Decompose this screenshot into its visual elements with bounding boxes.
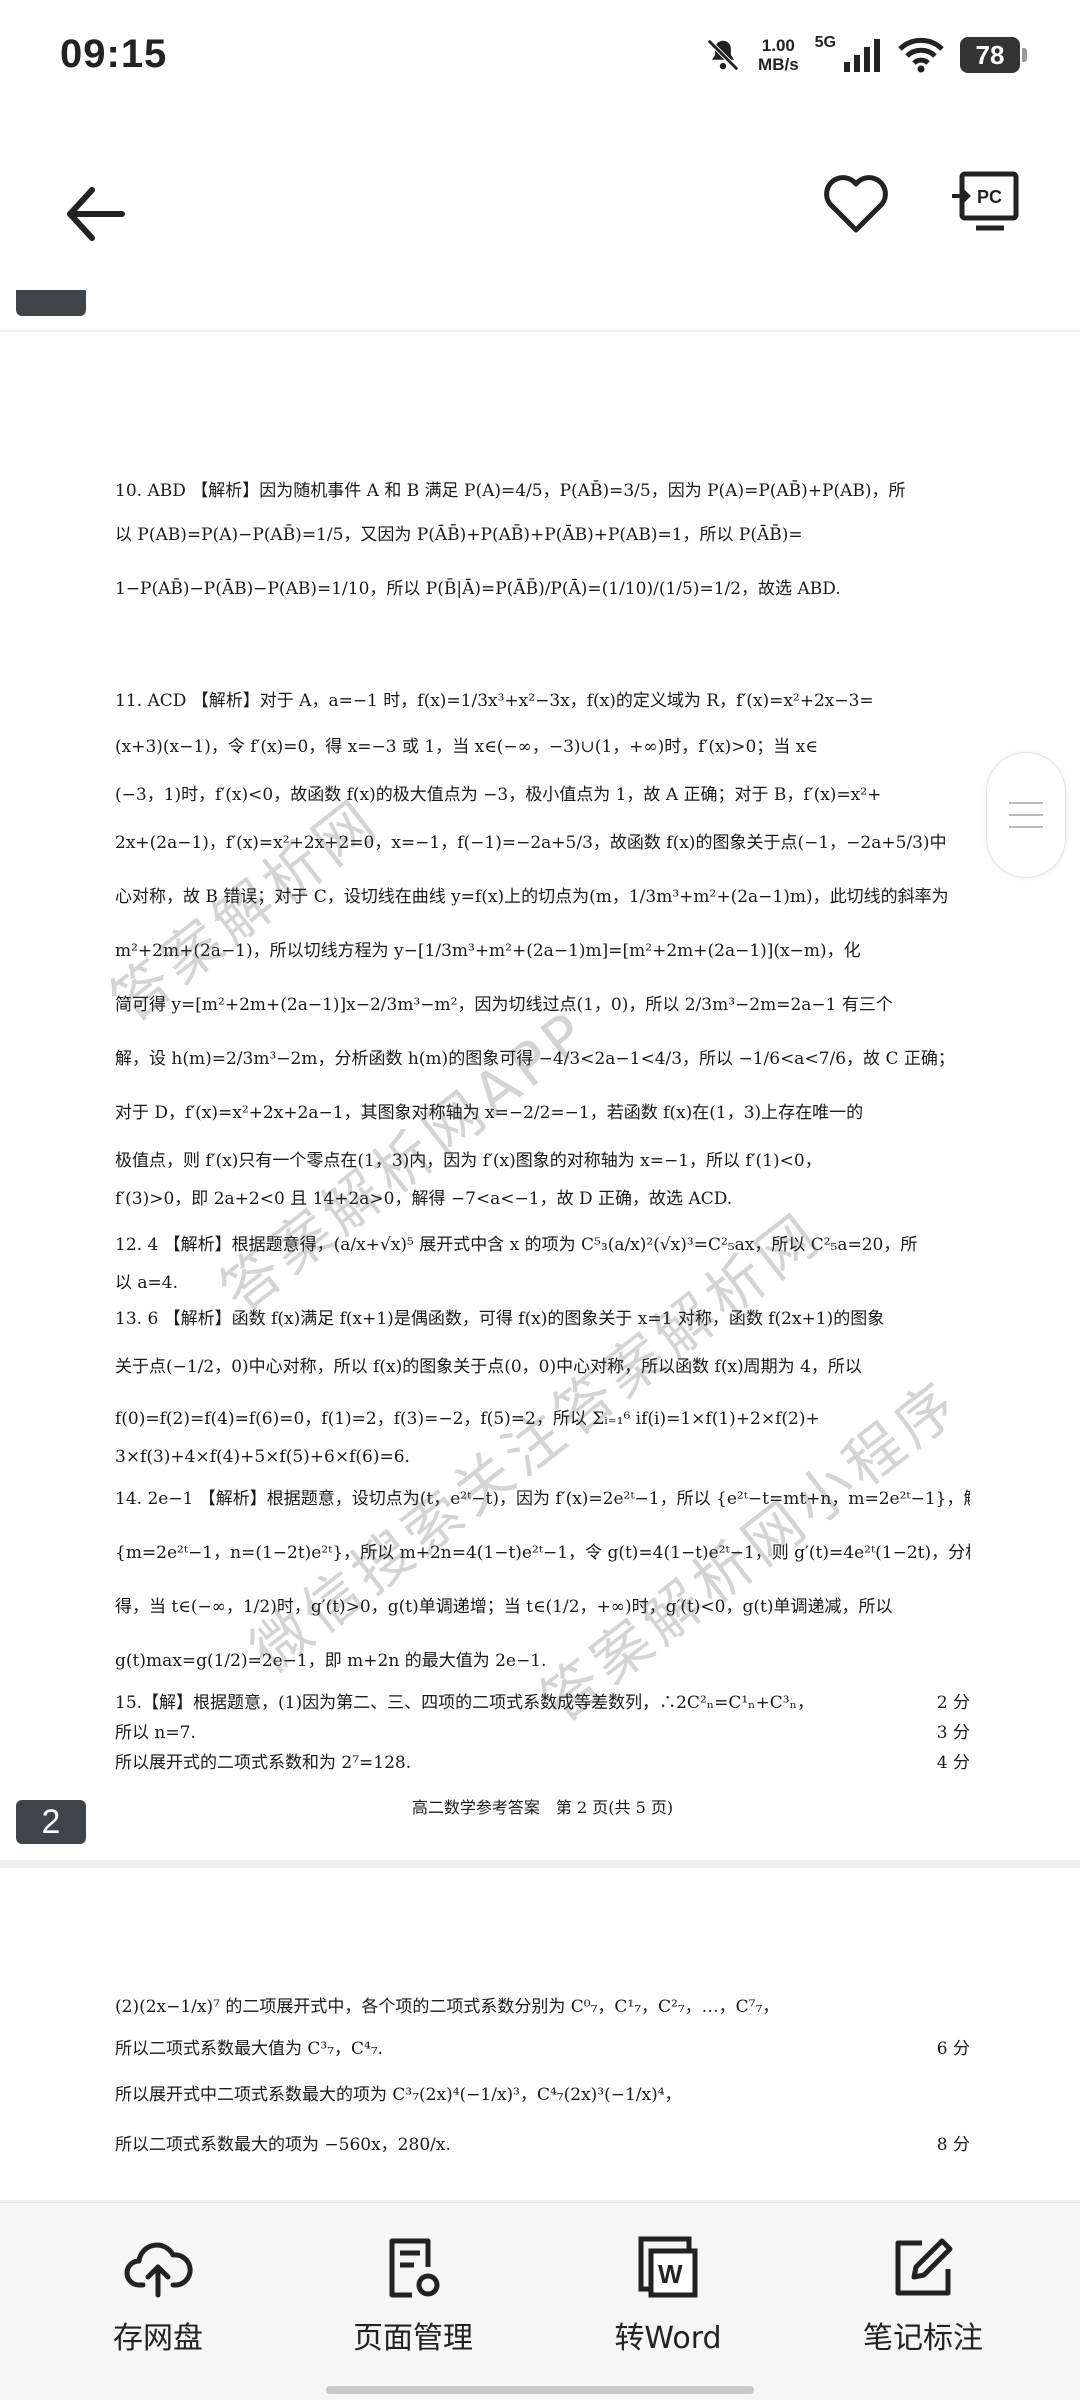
- handle-line: [1009, 826, 1043, 828]
- handle-line: [1009, 802, 1043, 804]
- page-footer-text: 高二数学参考答案 第 2 页(共 5 页): [411, 1798, 674, 1817]
- svg-text:W: W: [658, 2259, 683, 2289]
- score-label: 4 分: [936, 1753, 970, 1773]
- status-bar: 09:15 1.00 MB/s 5G 78: [0, 0, 1080, 110]
- tool-label: 转Word: [614, 2321, 722, 2356]
- text-line: (−3，1)时，f′(x)<0，故函数 f(x)的极大值点为 −3，极小值点为 …: [115, 785, 882, 805]
- text-line: 极值点，则 f′(x)只有一个零点在(1，3)内，因为 f′(x)图象的对称轴为…: [115, 1151, 822, 1171]
- text-line: 10. ABD 【解析】因为随机事件 A 和 B 满足 P(A)=4/5，P(A…: [115, 481, 906, 501]
- bottom-toolbar: 存网盘 页面管理 W 转Word 笔记标注: [0, 2202, 1080, 2400]
- text-line: 12. 4 【解析】根据题意得，(a/x+√x)⁵ 展开式中含 x 的项为 C⁵…: [115, 1235, 918, 1255]
- page-3-content: (2)(2x−1/x)⁷ 的二项展开式中，各个项的二项式系数分别为 C⁰₇，C¹…: [115, 1996, 970, 2196]
- text-line: g(t)max=g(1/2)=2e−1，即 m+2n 的最大值为 2e−1.: [115, 1651, 547, 1671]
- text-line: 以 P(AB)=P(A)−P(AB̄)=1/5，又因为 P(ĀB̄)+P(AB̄…: [115, 525, 803, 545]
- text-line: 3×f(3)+4×f(4)+5×f(5)+6×f(6)=6.: [115, 1447, 410, 1467]
- network-type-label: 5G: [814, 34, 836, 51]
- score-label: 8 分: [936, 2135, 970, 2155]
- network-speed: 1.00 MB/s: [758, 36, 799, 74]
- text-line: (2)(2x−1/x)⁷ 的二项展开式中，各个项的二项式系数分别为 C⁰₇，C¹…: [115, 1997, 780, 2017]
- page-manage-button[interactable]: 页面管理: [313, 2233, 513, 2357]
- cloud-upload-icon: [124, 2242, 193, 2298]
- text-line: (x+3)(x−1)，令 f′(x)=0，得 x=−3 或 1，当 x∈(−∞，…: [115, 737, 818, 757]
- text-line: 13. 6 【解析】函数 f(x)满足 f(x+1)是偶函数，可得 f(x)的图…: [115, 1309, 885, 1329]
- cast-to-pc-icon: PC: [952, 171, 1019, 231]
- document-page-2: 10. ABD 【解析】因为随机事件 A 和 B 满足 P(A)=4/5，P(A…: [0, 332, 1080, 1860]
- open-on-pc-button[interactable]: PC: [950, 168, 1022, 240]
- page-2-footer: 高二数学参考答案 第 2 页(共 5 页): [115, 1798, 970, 1828]
- scroll-handle[interactable]: [986, 752, 1066, 878]
- svg-text:PC: PC: [977, 187, 1002, 207]
- favorite-button[interactable]: [820, 168, 892, 240]
- wifi-icon: [898, 37, 944, 73]
- clock: 09:15: [60, 32, 168, 76]
- text-line: 得，当 t∈(−∞，1/2)时，g′(t)>0，g(t)单调递增；当 t∈(1/…: [115, 1597, 893, 1617]
- text-line: 2x+(2a−1)，f′(x)=x²+2x+2=0，x=−1，f(−1)=−2a…: [115, 833, 947, 853]
- battery-indicator: 78: [960, 37, 1027, 73]
- signal-bars-icon: [844, 39, 880, 72]
- page-number-badge: 2: [16, 1800, 86, 1844]
- score-label: 3 分: [936, 1723, 970, 1743]
- text-line: 11. ACD 【解析】对于 A，a=−1 时，f(x)=1/3x³+x²−3x…: [115, 691, 874, 711]
- text-line: 14. 2e−1 【解析】根据题意，设切点为(t，e²ᵗ−t)，因为 f′(x)…: [115, 1489, 970, 1509]
- text-line: 解，设 h(m)=2/3m³−2m，分析函数 h(m)的图象可得 −4/3<2a…: [115, 1049, 955, 1069]
- note-annotate-button[interactable]: 笔记标注: [823, 2233, 1023, 2357]
- status-icons: 1.00 MB/s 5G 78: [704, 34, 1027, 74]
- score-label: 2 分: [936, 1693, 970, 1713]
- edit-note-icon: [895, 2238, 953, 2296]
- page-settings-icon: [389, 2238, 440, 2298]
- text-line: 以 a=4.: [115, 1273, 179, 1293]
- text-line: m²+2m+(2a−1)，所以切线方程为 y−[1/3m³+m²+(2a−1)m…: [115, 941, 861, 961]
- arrow-left-icon: [67, 187, 125, 241]
- text-line: 关于点(−1/2，0)中心对称，所以 f(x)的图象关于点(0，0)中心对称，所…: [115, 1357, 862, 1377]
- document-viewer[interactable]: 10. ABD 【解析】因为随机事件 A 和 B 满足 P(A)=4/5，P(A…: [0, 290, 1080, 2200]
- mute-bell-icon: [707, 39, 739, 71]
- heart-outline-icon: [824, 175, 888, 233]
- text-line: 对于 D，f′(x)=x²+2x+2a−1，其图象对称轴为 x=−2/2=−1，…: [115, 1103, 864, 1123]
- tool-label: 存网盘: [113, 2321, 203, 2356]
- text-line: {m=2e²ᵗ−1，n=(1−2t)e²ᵗ}，所以 m+2n=4(1−t)e²ᵗ…: [115, 1543, 970, 1563]
- text-line: 简可得 y=[m²+2m+(2a−1)]x−2/3m³−m²，因为切线过点(1，…: [115, 995, 893, 1015]
- save-to-cloud-button[interactable]: 存网盘: [58, 2233, 258, 2357]
- score-label: 6 分: [936, 2039, 970, 2059]
- back-button[interactable]: [60, 178, 132, 250]
- text-line: f′(3)>0，即 2a+2<0 且 14+2a>0，解得 −7<a<−1，故 …: [115, 1189, 733, 1209]
- document-page-3: (2)(2x−1/x)⁷ 的二项展开式中，各个项的二项式系数分别为 C⁰₇，C¹…: [0, 1868, 1080, 2200]
- tool-label: 页面管理: [353, 2321, 473, 2356]
- text-line: f(0)=f(2)=f(4)=f(6)=0，f(1)=2，f(3)=−2，f(5…: [115, 1409, 820, 1429]
- tool-label: 笔记标注: [863, 2321, 983, 2356]
- previous-page-badge: [16, 290, 86, 316]
- home-indicator[interactable]: [326, 2386, 754, 2394]
- page-2-content: 10. ABD 【解析】因为随机事件 A 和 B 满足 P(A)=4/5，P(A…: [115, 480, 970, 1780]
- word-convert-icon: W: [638, 2236, 698, 2298]
- handle-line: [1009, 814, 1043, 816]
- convert-to-word-button[interactable]: W 转Word: [568, 2233, 768, 2357]
- text-line: 1−P(AB̄)−P(ĀB)−P(AB)=1/10，所以 P(B̄|Ā)=P(Ā…: [115, 579, 841, 599]
- text-line: 所以展开式中二项式系数最大的项为 C³₇(2x)⁴(−1/x)³，C⁴₇(2x)…: [115, 2085, 682, 2105]
- text-line: 心对称，故 B 错误；对于 C，设切线在曲线 y=f(x)上的切点为(m，1/3…: [115, 887, 949, 907]
